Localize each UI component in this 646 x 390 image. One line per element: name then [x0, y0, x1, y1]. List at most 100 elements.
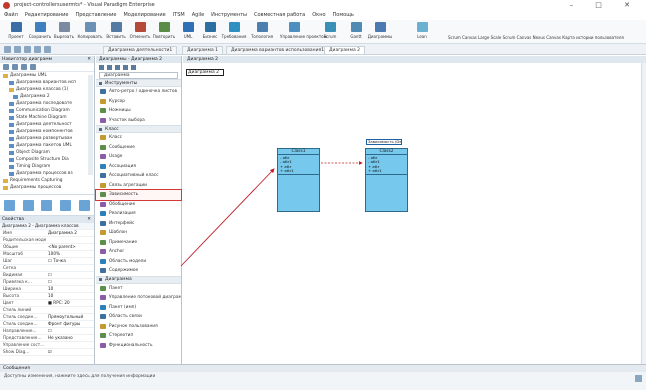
class-attribute[interactable]: + attr1 — [280, 168, 319, 173]
back-icon[interactable] — [3, 64, 9, 70]
pan-tool-icon[interactable] — [115, 65, 120, 70]
message-text[interactable]: Доступны изменения, нажмите здесь для по… — [0, 372, 646, 380]
property-value[interactable]: ☐ — [46, 272, 94, 278]
lasso-tool-icon[interactable] — [123, 65, 128, 70]
palette-item[interactable]: Пакет (имп) — [96, 303, 181, 313]
diagram-backlog-icon[interactable] — [60, 199, 72, 211]
property-row[interactable]: Show Diag… ☑ — [0, 349, 94, 356]
property-value[interactable]: 100% — [46, 251, 94, 257]
menu-item[interactable]: Файл — [4, 12, 18, 18]
menu-item[interactable]: Помощь — [333, 12, 354, 18]
toolbar-button[interactable]: Scrum — [316, 22, 344, 39]
toolbar-button[interactable]: Вырезать — [50, 22, 78, 39]
document-tab[interactable]: Диаграмма 2 — [324, 46, 366, 54]
layers-icon[interactable] — [44, 46, 51, 53]
property-row[interactable]: Привязка к… ☐ — [0, 279, 94, 286]
palette-search-input[interactable]: Диаграмма — [99, 72, 178, 79]
palette-item[interactable]: Класс — [96, 133, 181, 143]
model-explorer-icon[interactable] — [3, 199, 15, 211]
menu-item[interactable]: Окно — [312, 12, 325, 18]
palette-item[interactable]: Обобщение — [96, 200, 181, 210]
palette-item[interactable]: Управление потоковой диаграммой — [96, 293, 181, 303]
property-row[interactable]: Шаг ☐ Точка — [0, 258, 94, 265]
toolbar-button[interactable]: Lean — [408, 22, 436, 39]
class-shape-left[interactable]: Class1 - attr - attr1 + attr + attr1 — [277, 148, 320, 212]
property-row[interactable]: Стиль соедин… Фронт фигуры — [0, 321, 94, 328]
tree-item[interactable]: Composite Structure Dia — [0, 156, 94, 163]
palette-item[interactable]: Содержимое — [96, 266, 181, 276]
palette-item[interactable]: Функциональность — [96, 341, 181, 351]
tree-item[interactable]: Диаграмма 2 — [0, 93, 94, 100]
tree-item[interactable]: Requirements Capturing — [0, 177, 94, 184]
property-value[interactable]: Прямоугольный — [46, 314, 94, 320]
document-tab[interactable]: Диаграмма вариантов использования1 — [226, 46, 330, 54]
palette-item[interactable]: Зависимость — [95, 189, 182, 201]
filter-icon[interactable] — [21, 64, 27, 70]
menu-item[interactable]: Инструменты — [211, 12, 247, 18]
palette-item[interactable]: Ассоциативный класс — [96, 171, 181, 181]
tree-item[interactable]: Диаграмма развертыван — [0, 135, 94, 142]
palette-item[interactable]: Участок выбора — [96, 116, 181, 126]
forward-icon[interactable] — [12, 64, 18, 70]
property-value[interactable]: ☑ — [46, 349, 94, 355]
toolbar-button[interactable]: Топология — [248, 22, 276, 39]
palette-item[interactable]: Сообщение — [96, 143, 181, 153]
tree-item[interactable]: Диаграммы процессов — [0, 184, 94, 191]
tree-item[interactable]: Timing Diagram — [0, 163, 94, 170]
property-row[interactable]: Высота 10 — [0, 293, 94, 300]
explorer-close-icon[interactable]: ✕ — [87, 57, 91, 62]
tree-item[interactable]: Communication Diagram — [0, 107, 94, 114]
notification-icon[interactable] — [635, 375, 642, 382]
menu-item[interactable]: Представление — [75, 12, 116, 18]
document-tab[interactable]: Диаграмма деятельности1 — [103, 46, 178, 54]
class-operations[interactable] — [278, 174, 319, 176]
property-row[interactable]: Стиль линий — [0, 307, 94, 314]
palette-item[interactable]: Реализация — [96, 209, 181, 219]
palette-item[interactable]: Usage — [96, 152, 181, 162]
palette-item[interactable]: Курсор — [96, 97, 181, 107]
toolbar-button[interactable]: Управление проектом — [280, 22, 327, 39]
property-value[interactable]: Диаграмма 2 — [46, 230, 94, 236]
property-row[interactable]: Имя Диаграмма 2 — [0, 230, 94, 237]
property-value[interactable]: Не указано — [46, 335, 94, 341]
open-icon[interactable] — [14, 46, 21, 53]
tree-item[interactable]: Диаграмма процессов вз — [0, 170, 94, 177]
palette-item[interactable]: Рисунок пользования — [96, 322, 181, 332]
palette-item[interactable]: Связь агрегации — [96, 181, 181, 191]
palette-item[interactable]: Стереотип — [96, 331, 181, 341]
property-row[interactable]: Ширина 10 — [0, 286, 94, 293]
diagram-canvas[interactable]: Диаграмма 2 Диаграмма 2 — [183, 56, 646, 364]
toolbar-button[interactable]: Копировать — [76, 22, 104, 39]
palette-item[interactable]: Область модели — [96, 257, 181, 267]
tree-item[interactable]: State Machine Diagram — [0, 114, 94, 121]
grid-icon[interactable] — [34, 46, 41, 53]
palette-item[interactable]: Пакет — [96, 284, 181, 294]
toolbar-button[interactable]: Требования — [220, 22, 248, 39]
menu-item[interactable]: Agile — [192, 12, 204, 18]
property-value[interactable]: <No parent> — [46, 244, 94, 250]
palette-item[interactable]: Интерфейс — [96, 219, 181, 229]
tree-item[interactable]: Диаграмма вариантов исп — [0, 79, 94, 86]
property-icon[interactable] — [79, 199, 91, 211]
property-value[interactable]: ■ RPC: 20 — [46, 300, 94, 306]
property-row[interactable]: Общие <No parent> — [0, 244, 94, 251]
palette-section-header[interactable]: Класс — [96, 125, 181, 133]
menu-item[interactable]: Совместная работа — [254, 12, 305, 18]
tree-item[interactable]: Диаграмма пакетов UML — [0, 142, 94, 149]
palette-item[interactable]: Область связи — [96, 312, 181, 322]
tree-item[interactable]: Диаграмма классов (1) — [0, 86, 94, 93]
property-row[interactable]: Направление… ☐ — [0, 328, 94, 335]
property-row[interactable]: Родительская модель — [0, 237, 94, 244]
property-value[interactable] — [46, 237, 94, 243]
palette-section-header[interactable]: Диаграмма — [96, 275, 181, 284]
toolbar-button[interactable]: Диаграммы — [366, 22, 394, 39]
document-tab[interactable]: Диаграмма 1 — [182, 46, 224, 54]
property-value[interactable]: 10 — [46, 286, 94, 292]
palette-section-header[interactable]: Инструменты — [96, 79, 181, 87]
palette-item[interactable]: Примечание — [96, 238, 181, 248]
property-row[interactable]: Видимая ☐ — [0, 272, 94, 279]
properties-close-icon[interactable]: ✕ — [87, 217, 91, 222]
property-value[interactable] — [46, 342, 94, 348]
property-row[interactable]: Цвет ■ RPC: 20 — [0, 300, 94, 307]
format-tool-icon[interactable] — [131, 65, 136, 70]
